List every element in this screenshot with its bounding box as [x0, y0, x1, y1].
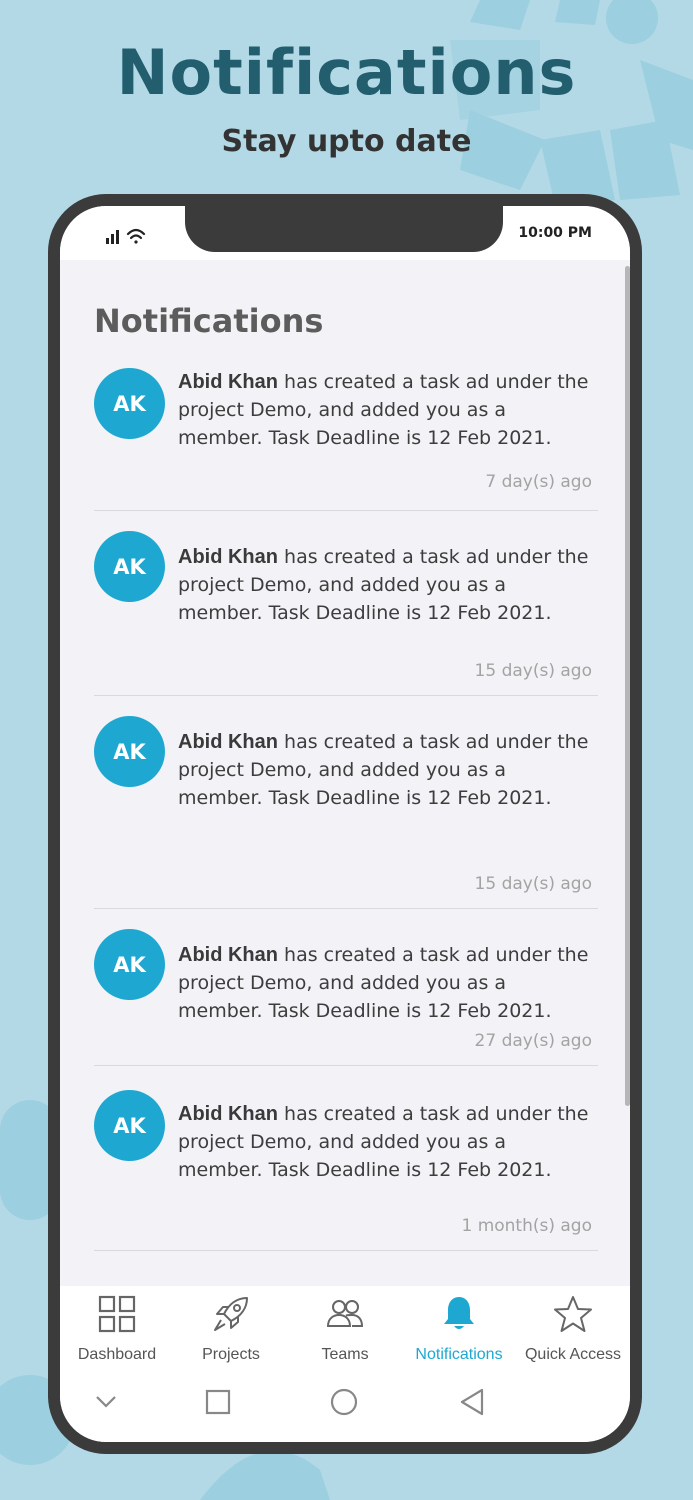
square-icon[interactable]: [198, 1382, 238, 1422]
phone-screen: 10:00 PM Notifications AK Abid Khan has …: [60, 206, 630, 1442]
nav-item-teams[interactable]: Teams: [288, 1286, 402, 1376]
bell-icon: [444, 1297, 474, 1329]
phone-frame: 10:00 PM Notifications AK Abid Khan has …: [48, 194, 642, 1454]
nav-item-notifications[interactable]: Notifications: [402, 1286, 516, 1376]
screen-title: Notifications: [94, 302, 324, 340]
rocket-icon: [214, 1297, 248, 1331]
notification-message: Abid Khan has created a task ad under th…: [178, 1100, 590, 1184]
promo-title: Notifications: [116, 36, 577, 109]
back-triangle-icon[interactable]: [452, 1382, 492, 1422]
nav-label: Teams: [321, 1346, 369, 1363]
notification-item[interactable]: AK Abid Khan has created a task ad under…: [94, 356, 598, 511]
bottom-navigation: Dashboard Projects Teams Notifications Q…: [60, 1286, 630, 1442]
star-icon: [554, 1296, 592, 1332]
wifi-icon: [126, 228, 146, 244]
avatar: AK: [94, 716, 165, 787]
nav-item-projects[interactable]: Projects: [174, 1286, 288, 1376]
notification-item[interactable]: AK Abid Khan has created a task ad under…: [94, 909, 598, 1066]
notification-list: AK Abid Khan has created a task ad under…: [94, 356, 598, 1251]
promo-subtitle: Stay upto date: [221, 124, 472, 159]
notification-item[interactable]: AK Abid Khan has created a task ad under…: [94, 1066, 598, 1251]
nav-item-quick-access[interactable]: Quick Access: [516, 1286, 630, 1376]
notification-message: Abid Khan has created a task ad under th…: [178, 543, 590, 627]
nav-item-dashboard[interactable]: Dashboard: [60, 1286, 174, 1376]
notification-time: 1 month(s) ago: [461, 1216, 592, 1236]
people-icon: [326, 1300, 364, 1327]
status-bar: 10:00 PM: [60, 206, 630, 260]
notification-author: Abid Khan: [178, 371, 278, 393]
notification-time: 27 day(s) ago: [474, 1031, 592, 1051]
nav-label: Projects: [202, 1346, 260, 1363]
grid-icon: [98, 1295, 136, 1333]
nav-label: Quick Access: [524, 1346, 622, 1363]
notification-time: 7 day(s) ago: [485, 472, 592, 492]
notification-time: 15 day(s) ago: [474, 661, 592, 681]
notification-author: Abid Khan: [178, 731, 278, 753]
notification-message: Abid Khan has created a task ad under th…: [178, 941, 590, 1025]
scrollbar[interactable]: [625, 266, 630, 1106]
nav-label: Dashboard: [77, 1346, 157, 1363]
avatar: AK: [94, 368, 165, 439]
signal-wifi-icons: [106, 228, 146, 244]
signal-icon: [106, 230, 119, 244]
notification-item[interactable]: AK Abid Khan has created a task ad under…: [94, 696, 598, 909]
notification-time: 15 day(s) ago: [474, 874, 592, 894]
avatar: AK: [94, 929, 165, 1000]
nav-label: Notifications: [415, 1346, 503, 1363]
notification-message: Abid Khan has created a task ad under th…: [178, 728, 590, 812]
notification-item[interactable]: AK Abid Khan has created a task ad under…: [94, 511, 598, 696]
notification-author: Abid Khan: [178, 944, 278, 966]
avatar: AK: [94, 531, 165, 602]
notification-message: Abid Khan has created a task ad under th…: [178, 368, 590, 452]
camera-notch: [185, 206, 503, 252]
circle-icon[interactable]: [324, 1382, 364, 1422]
chevron-down-icon[interactable]: [86, 1382, 126, 1422]
status-time: 10:00 PM: [518, 225, 592, 241]
avatar: AK: [94, 1090, 165, 1161]
notification-author: Abid Khan: [178, 1103, 278, 1125]
notification-author: Abid Khan: [178, 546, 278, 568]
